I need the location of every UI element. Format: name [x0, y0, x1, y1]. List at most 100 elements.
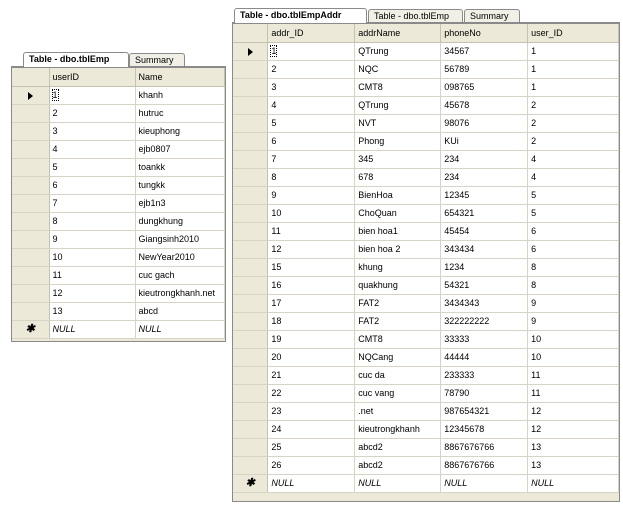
table-cell[interactable]: cuc vang — [354, 384, 442, 403]
table-cell[interactable]: 4 — [527, 150, 619, 169]
table-cell[interactable]: 2 — [527, 132, 619, 151]
table-cell[interactable]: CMT8 — [354, 330, 442, 349]
table-cell[interactable]: 2 — [527, 114, 619, 133]
table-cell[interactable]: 8867676766 — [440, 438, 529, 457]
tab-table-tblempaddr[interactable]: Table - dbo.tblEmpAddr — [234, 8, 367, 23]
table-cell[interactable]: 12345 — [440, 186, 529, 205]
table-cell[interactable]: 13 — [527, 456, 619, 475]
table-cell[interactable]: 20 — [267, 348, 356, 367]
table-row[interactable]: 9 BienHoa 12345 5 — [233, 186, 619, 205]
table-cell[interactable]: 2 — [49, 104, 136, 123]
tab-summary[interactable]: Summary — [464, 9, 520, 22]
table-row[interactable]: 3 kieuphong — [12, 122, 225, 141]
table-cell[interactable]: QTrung — [354, 42, 442, 61]
table-row[interactable]: 13 abcd — [12, 302, 225, 321]
table-row[interactable]: 12 kieutrongkhanh.net — [12, 284, 225, 303]
table-cell[interactable]: khanh — [135, 86, 225, 105]
row-selector[interactable]: ✱ — [233, 474, 269, 493]
row-selector[interactable] — [233, 456, 269, 475]
table-row[interactable]: 23 .net 987654321 12 — [233, 402, 619, 421]
column-header-userid[interactable]: userID — [49, 68, 136, 87]
row-selector[interactable] — [12, 158, 50, 177]
table-cell[interactable]: 34567 — [440, 42, 529, 61]
table-cell[interactable]: abcd — [135, 302, 225, 321]
row-selector[interactable] — [233, 78, 269, 97]
table-cell[interactable]: NULL — [49, 320, 136, 339]
table-cell[interactable]: 1 — [527, 78, 619, 97]
table-cell[interactable]: 12345678 — [440, 420, 529, 439]
table-cell[interactable]: bien hoa1 — [354, 222, 442, 241]
table-cell[interactable]: 1 — [527, 42, 619, 61]
row-selector[interactable] — [12, 140, 50, 159]
table-cell[interactable]: 11 — [49, 266, 136, 285]
table-row[interactable]: 16 quakhung 54321 8 — [233, 276, 619, 295]
table-cell[interactable]: 4 — [49, 140, 136, 159]
tab-table-tblemp[interactable]: Table - dbo.tblEmp — [368, 9, 463, 22]
row-selector[interactable] — [233, 276, 269, 295]
row-selector[interactable] — [12, 86, 50, 105]
table-cell[interactable]: 322222222 — [440, 312, 529, 331]
table-row[interactable]: 11 cuc gach — [12, 266, 225, 285]
table-cell[interactable]: NULL — [527, 474, 619, 493]
table-cell[interactable]: 10 — [49, 248, 136, 267]
table-row[interactable]: 19 CMT8 33333 10 — [233, 330, 619, 349]
table-cell[interactable]: 21 — [267, 366, 356, 385]
table-cell[interactable]: 12 — [527, 420, 619, 439]
table-cell[interactable]: 23 — [267, 402, 356, 421]
table-cell[interactable]: 33333 — [440, 330, 529, 349]
table-row[interactable]: 11 bien hoa1 45454 6 — [233, 222, 619, 241]
new-row[interactable]: ✱ NULL NULL NULL NULL — [233, 474, 619, 493]
table-cell[interactable]: ejb0807 — [135, 140, 225, 159]
new-row[interactable]: ✱ NULL NULL — [12, 320, 225, 339]
table-cell[interactable]: 16 — [267, 276, 356, 295]
tab-summary[interactable]: Summary — [129, 53, 185, 66]
row-selector[interactable]: ✱ — [12, 320, 50, 339]
table-cell[interactable]: 13 — [49, 302, 136, 321]
row-selector[interactable] — [12, 266, 50, 285]
table-cell[interactable]: 6 — [527, 240, 619, 259]
table-cell[interactable]: 4 — [267, 96, 356, 115]
table-row[interactable]: 1 QTrung 34567 1 — [233, 42, 619, 61]
table-row[interactable]: 25 abcd2 8867676766 13 — [233, 438, 619, 457]
table-cell[interactable]: 17 — [267, 294, 356, 313]
row-selector[interactable] — [12, 104, 50, 123]
table-row[interactable]: 18 FAT2 322222222 9 — [233, 312, 619, 331]
table-cell[interactable]: 1 — [49, 86, 136, 105]
table-cell[interactable]: 12 — [527, 402, 619, 421]
table-cell[interactable]: 11 — [527, 366, 619, 385]
table-cell[interactable]: 10 — [527, 330, 619, 349]
table-cell[interactable]: quakhung — [354, 276, 442, 295]
table-row[interactable]: 7 ejb1n3 — [12, 194, 225, 213]
table-cell[interactable]: BienHoa — [354, 186, 442, 205]
table-cell[interactable]: 98076 — [440, 114, 529, 133]
table-cell[interactable]: 5 — [267, 114, 356, 133]
table-cell[interactable]: 987654321 — [440, 402, 529, 421]
table-row[interactable]: 8 dungkhung — [12, 212, 225, 231]
row-selector[interactable] — [233, 222, 269, 241]
row-selector[interactable] — [233, 150, 269, 169]
table-cell[interactable]: 3434343 — [440, 294, 529, 313]
column-header-user-id[interactable]: user_ID — [527, 24, 619, 43]
table-row[interactable]: 22 cuc vang 78790 11 — [233, 384, 619, 403]
table-row[interactable]: 2 hutruc — [12, 104, 225, 123]
row-selector[interactable] — [233, 294, 269, 313]
table-cell[interactable]: NewYear2010 — [135, 248, 225, 267]
table-cell[interactable]: 345 — [354, 150, 442, 169]
table-cell[interactable]: cuc da — [354, 366, 442, 385]
table-cell[interactable]: ejb1n3 — [135, 194, 225, 213]
table-row[interactable]: 5 toankk — [12, 158, 225, 177]
row-selector[interactable] — [12, 302, 50, 321]
row-selector[interactable] — [233, 96, 269, 115]
table-row[interactable]: 12 bien hoa 2 343434 6 — [233, 240, 619, 259]
table-cell[interactable]: abcd2 — [354, 438, 442, 457]
table-cell[interactable]: 9 — [267, 186, 356, 205]
row-selector[interactable] — [233, 420, 269, 439]
table-row[interactable]: 6 Phong KUi 2 — [233, 132, 619, 151]
table-cell[interactable]: NULL — [135, 320, 225, 339]
table-row[interactable]: 24 kieutrongkhanh 12345678 12 — [233, 420, 619, 439]
table-cell[interactable]: FAT2 — [354, 294, 442, 313]
column-header-name[interactable]: Name — [135, 68, 225, 87]
table-cell[interactable]: 54321 — [440, 276, 529, 295]
table-row[interactable]: 5 NVT 98076 2 — [233, 114, 619, 133]
table-cell[interactable]: 78790 — [440, 384, 529, 403]
